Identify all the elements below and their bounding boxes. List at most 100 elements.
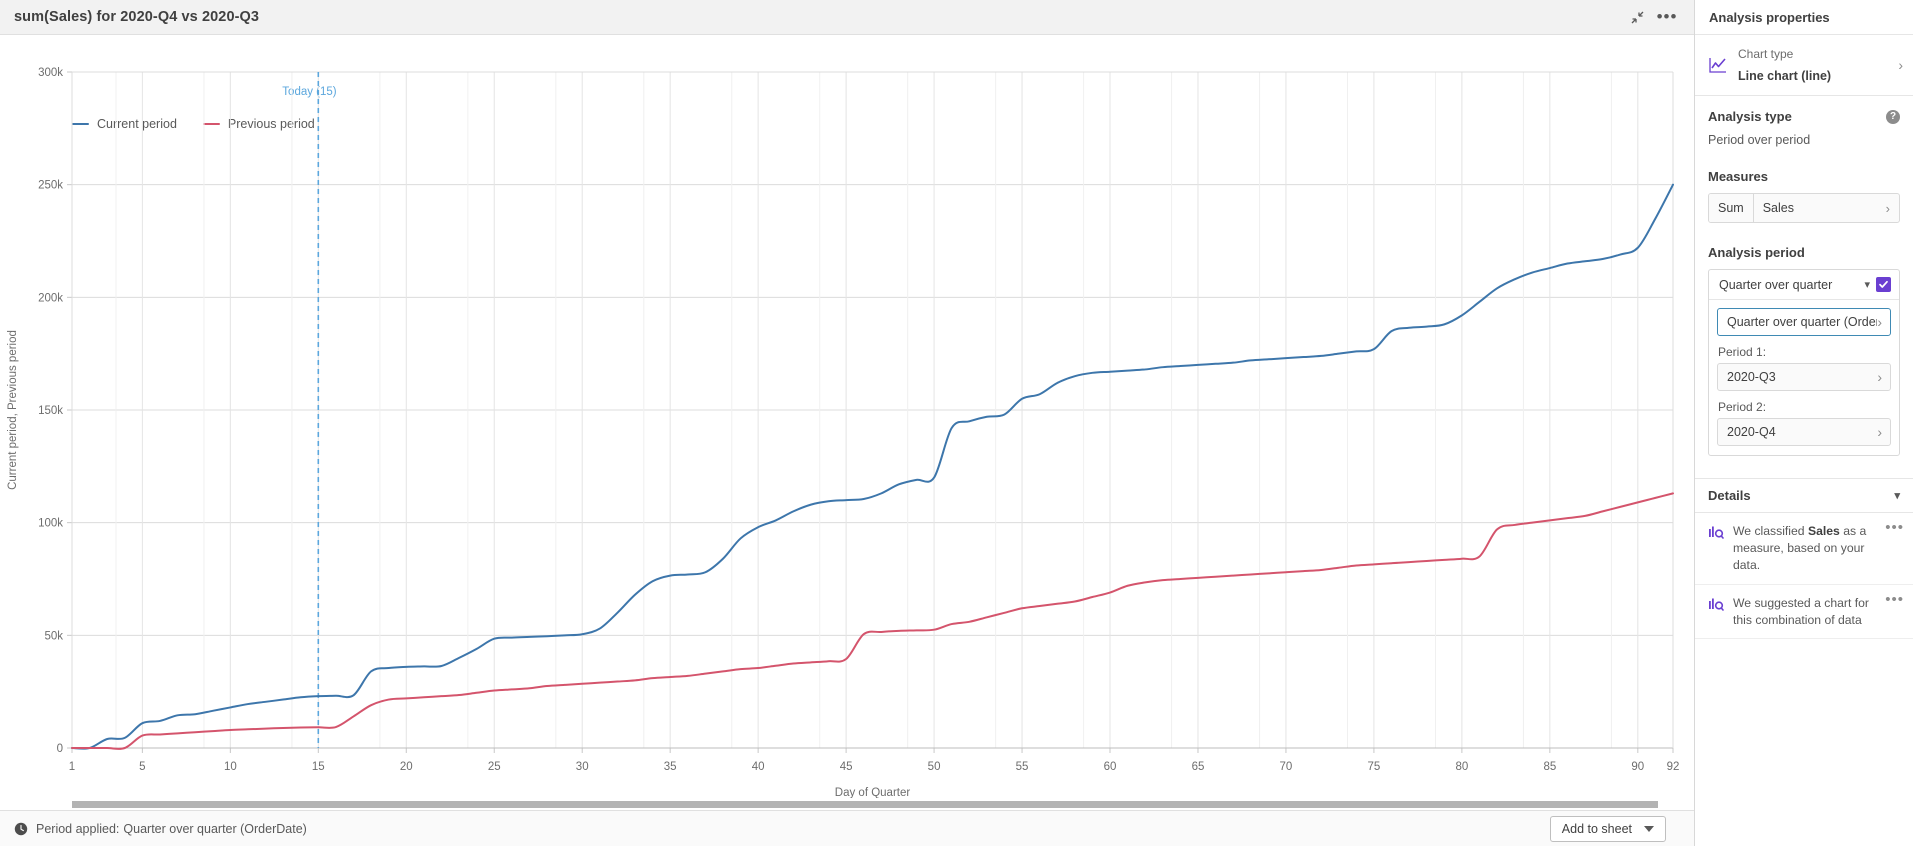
- minimize-icon[interactable]: [1624, 4, 1650, 30]
- measures-heading-row: Measures: [1708, 169, 1900, 184]
- line-chart-icon: [1708, 55, 1728, 75]
- details-header[interactable]: Details ▾: [1695, 479, 1913, 514]
- details-item-text: We suggested a chart for this combinatio…: [1733, 595, 1876, 629]
- svg-text:100k: 100k: [38, 518, 63, 530]
- analysis-type-value: Period over period: [1708, 133, 1811, 148]
- period-type-value: Quarter over quarter: [1719, 277, 1833, 292]
- svg-text:10: 10: [224, 761, 237, 773]
- calendar-period-button[interactable]: Quarter over quarter (Order… ›: [1717, 308, 1891, 337]
- chevron-right-icon: ›: [1877, 369, 1882, 386]
- svg-text:50: 50: [928, 761, 941, 773]
- period2-value: 2020-Q4: [1727, 425, 1776, 440]
- insight-icon: [1708, 597, 1724, 618]
- insight-icon: [1708, 525, 1724, 546]
- details-item: We suggested a chart for this combinatio…: [1695, 585, 1913, 640]
- horizontal-scrollbar[interactable]: [0, 798, 1694, 810]
- ellipsis-icon[interactable]: •••: [1654, 4, 1680, 30]
- svg-text:55: 55: [1016, 761, 1029, 773]
- period-type-dropdown[interactable]: Quarter over quarter ▾: [1709, 270, 1899, 301]
- svg-text:250k: 250k: [38, 180, 63, 192]
- period2-value-button[interactable]: 2020-Q4 ›: [1717, 418, 1891, 447]
- period-details: Quarter over quarter (Order… › Period 1:…: [1709, 300, 1899, 455]
- chevron-down-icon: ▾: [1894, 490, 1900, 503]
- page-title: sum(Sales) for 2020-Q4 vs 2020-Q3: [14, 9, 260, 25]
- chevron-right-icon: ›: [1877, 424, 1882, 441]
- details-item: We classified Sales as a measure, based …: [1695, 513, 1913, 585]
- chevron-right-icon: ›: [1898, 56, 1903, 73]
- period2-label: Period 2:: [1718, 400, 1767, 415]
- svg-text:1: 1: [69, 761, 75, 773]
- measure-field: Sales: [1753, 194, 1886, 223]
- scrollbar-thumb[interactable]: [72, 801, 1658, 808]
- chevron-down-icon: [1644, 825, 1654, 832]
- svg-text:92: 92: [1667, 761, 1680, 773]
- chart-footer: Period applied: Quarter over quarter (Or…: [0, 810, 1694, 846]
- period1-value-button[interactable]: 2020-Q3 ›: [1717, 363, 1891, 392]
- period-applied-label: Period applied:: [36, 821, 120, 836]
- svg-text:80: 80: [1455, 761, 1468, 773]
- chart-type-value: Line chart (line): [1738, 68, 1832, 83]
- svg-text:20: 20: [400, 761, 413, 773]
- details-section: Details ▾ We classified Sales as a measu…: [1695, 478, 1913, 640]
- analysis-properties-panel: Analysis properties Chart type Line char…: [1695, 0, 1913, 846]
- period1-label: Period 1:: [1718, 345, 1767, 360]
- chart-type-row[interactable]: Chart type Line chart (line) ›: [1695, 35, 1913, 97]
- line-chart-plot[interactable]: 050k100k150k200k250k300k1 5 10 15 20 25 30 35 40…: [0, 35, 1695, 810]
- add-to-sheet-button[interactable]: Add to sheet: [1549, 815, 1666, 842]
- app-root: sum(Sales) for 2020-Q4 vs 2020-Q3 ••• Cu…: [0, 0, 1913, 846]
- details-item-menu-icon[interactable]: •••: [1885, 520, 1904, 535]
- calendar-period-label: Quarter over quarter (Order…: [1727, 315, 1878, 330]
- svg-text:75: 75: [1368, 761, 1381, 773]
- period1-value: 2020-Q3: [1727, 370, 1776, 385]
- svg-text:200k: 200k: [38, 292, 63, 304]
- measures-section: Measures Sum Sales ›: [1695, 147, 1913, 224]
- chevron-down-icon: ▾: [1864, 279, 1870, 292]
- svg-text:90: 90: [1631, 761, 1644, 773]
- svg-text:15: 15: [312, 761, 325, 773]
- svg-text:65: 65: [1192, 761, 1205, 773]
- details-item-text: We classified Sales as a measure, based …: [1733, 523, 1876, 573]
- analysis-period-heading: Analysis period: [1708, 245, 1805, 261]
- chart-header: sum(Sales) for 2020-Q4 vs 2020-Q3 •••: [0, 0, 1694, 35]
- svg-text:35: 35: [664, 761, 677, 773]
- details-item-menu-icon[interactable]: •••: [1885, 592, 1904, 607]
- details-text-before: We suggested a chart for this combinatio…: [1733, 595, 1869, 627]
- analysis-type-heading-row: Analysis type ?: [1708, 109, 1900, 124]
- details-heading: Details: [1708, 488, 1751, 504]
- period-applied-value: Quarter over quarter (OrderDate): [123, 821, 307, 836]
- chart-body: Current period Previous period Today (15…: [0, 35, 1694, 810]
- svg-text:60: 60: [1104, 761, 1117, 773]
- svg-text:Current period, Previous perio: Current period, Previous period: [7, 330, 19, 490]
- chart-pane: sum(Sales) for 2020-Q4 vs 2020-Q3 ••• Cu…: [0, 0, 1695, 846]
- chevron-right-icon: ›: [1877, 314, 1882, 331]
- measures-heading: Measures: [1708, 169, 1768, 185]
- analysis-type-section: Analysis type ? Period over period: [1695, 96, 1913, 147]
- svg-text:5: 5: [139, 761, 145, 773]
- svg-text:300k: 300k: [38, 67, 63, 79]
- ellipsis-glyph: •••: [1656, 7, 1678, 26]
- measure-item-sales[interactable]: Sum Sales ›: [1708, 193, 1900, 224]
- svg-text:45: 45: [840, 761, 853, 773]
- measure-aggregation: Sum: [1709, 194, 1754, 223]
- chevron-right-icon: ›: [1885, 200, 1890, 216]
- details-text-before: We classified: [1733, 524, 1808, 539]
- chart-type-text: Chart type Line chart (line): [1738, 43, 1888, 86]
- svg-text:30: 30: [576, 761, 589, 773]
- period-enabled-checkbox[interactable]: [1876, 277, 1891, 293]
- svg-text:70: 70: [1280, 761, 1293, 773]
- help-icon[interactable]: ?: [1886, 109, 1900, 124]
- svg-text:85: 85: [1543, 761, 1556, 773]
- clock-icon: [14, 822, 28, 836]
- svg-text:0: 0: [57, 743, 63, 755]
- chart-type-label: Chart type: [1738, 47, 1794, 61]
- svg-text:25: 25: [488, 761, 501, 773]
- analysis-type-heading: Analysis type: [1708, 109, 1792, 125]
- svg-text:150k: 150k: [38, 405, 63, 417]
- analysis-period-card: Quarter over quarter ▾ Quarter over quar…: [1708, 269, 1900, 457]
- details-text-bold: Sales: [1807, 524, 1840, 539]
- analysis-period-section: Analysis period Quarter over quarter ▾ Q…: [1695, 223, 1913, 457]
- svg-text:50k: 50k: [44, 630, 63, 642]
- add-to-sheet-label: Add to sheet: [1561, 821, 1632, 836]
- analysis-period-heading-row: Analysis period: [1708, 245, 1900, 260]
- svg-text:40: 40: [752, 761, 765, 773]
